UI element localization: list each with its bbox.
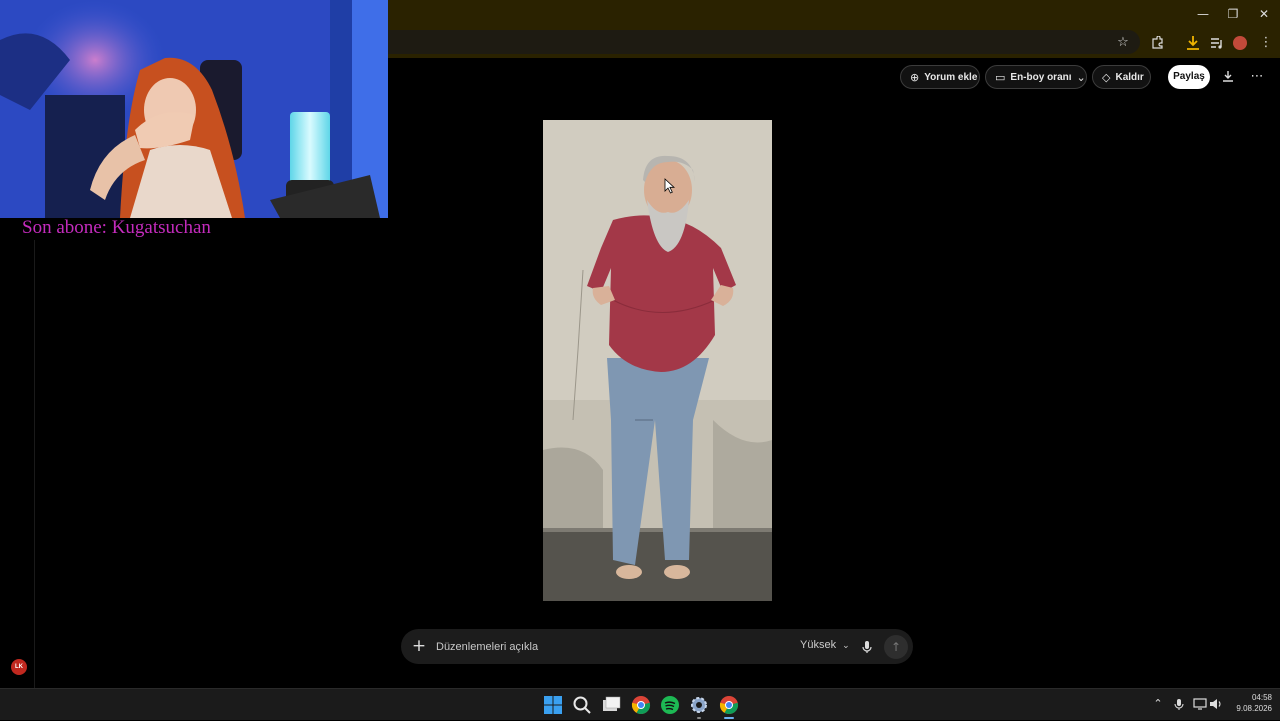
add-comment-label: Yorum ekle bbox=[924, 71, 978, 83]
edit-description-input[interactable] bbox=[436, 638, 776, 656]
windows-start-icon[interactable] bbox=[542, 694, 564, 716]
microphone-tray-icon[interactable] bbox=[1171, 696, 1187, 712]
address-bar[interactable] bbox=[300, 30, 1140, 54]
browser-menu-icon[interactable]: ⋮ bbox=[1255, 33, 1277, 53]
quality-select[interactable]: Yüksek ⌄ bbox=[800, 639, 850, 651]
eraser-icon: ◇ bbox=[1102, 70, 1111, 84]
aspect-ratio-icon: ▭ bbox=[995, 70, 1006, 84]
profile-avatar[interactable] bbox=[1229, 33, 1251, 53]
clock-time[interactable]: 04:58 bbox=[1240, 693, 1272, 702]
clock-date[interactable]: 9.08.2026 bbox=[1224, 704, 1272, 713]
remove-label: Kaldır bbox=[1115, 71, 1144, 83]
add-comment-button[interactable]: ⊕ Yorum ekle bbox=[900, 65, 980, 89]
bookmark-star-icon[interactable]: ☆ bbox=[1112, 33, 1134, 53]
user-badge[interactable]: LK bbox=[11, 659, 27, 675]
subscriber-banner: Son abone: Kugatsuchan bbox=[22, 217, 211, 238]
more-options-icon[interactable]: ⋯ bbox=[1246, 66, 1268, 88]
minimize-button[interactable]: — bbox=[1188, 4, 1218, 24]
restore-button[interactable]: ❐ bbox=[1218, 4, 1248, 24]
extensions-icon[interactable] bbox=[1146, 33, 1168, 53]
microphone-icon[interactable] bbox=[859, 637, 875, 657]
close-button[interactable]: ✕ bbox=[1249, 4, 1279, 24]
send-button[interactable]: ↑ bbox=[884, 635, 908, 659]
chevron-up-icon[interactable]: ⌃ bbox=[1150, 696, 1166, 712]
chrome-active-icon[interactable] bbox=[718, 694, 740, 719]
spotify-icon[interactable] bbox=[659, 694, 681, 716]
download-image-icon[interactable] bbox=[1217, 66, 1239, 88]
man-photo bbox=[543, 120, 772, 601]
chrome-icon[interactable] bbox=[630, 694, 652, 716]
share-button[interactable]: Paylaş bbox=[1168, 65, 1210, 89]
chevron-down-icon: ⌄ bbox=[842, 641, 850, 651]
search-icon[interactable] bbox=[571, 694, 593, 716]
chevron-down-icon: ⌄ bbox=[1076, 70, 1086, 84]
aspect-ratio-label: En-boy oranı bbox=[1010, 71, 1072, 83]
add-attachment-icon[interactable]: + bbox=[411, 636, 427, 656]
webcam-feed bbox=[0, 0, 388, 218]
panel-divider bbox=[34, 240, 35, 688]
remove-button[interactable]: ◇ Kaldır bbox=[1092, 65, 1151, 89]
aspect-ratio-button[interactable]: ▭ En-boy oranı ⌄ bbox=[985, 65, 1087, 89]
download-icon[interactable] bbox=[1182, 33, 1204, 53]
volume-icon[interactable] bbox=[1208, 696, 1224, 712]
mouse-cursor-icon bbox=[664, 178, 676, 194]
edited-image[interactable] bbox=[543, 120, 772, 601]
quality-label: Yüksek bbox=[800, 639, 837, 651]
media-controls-icon[interactable] bbox=[1206, 33, 1228, 53]
file-explorer-icon[interactable] bbox=[600, 694, 622, 716]
settings-icon[interactable] bbox=[688, 694, 710, 719]
add-comment-icon: ⊕ bbox=[910, 70, 920, 84]
webcam-overlay bbox=[0, 0, 388, 218]
display-icon[interactable] bbox=[1192, 696, 1208, 712]
